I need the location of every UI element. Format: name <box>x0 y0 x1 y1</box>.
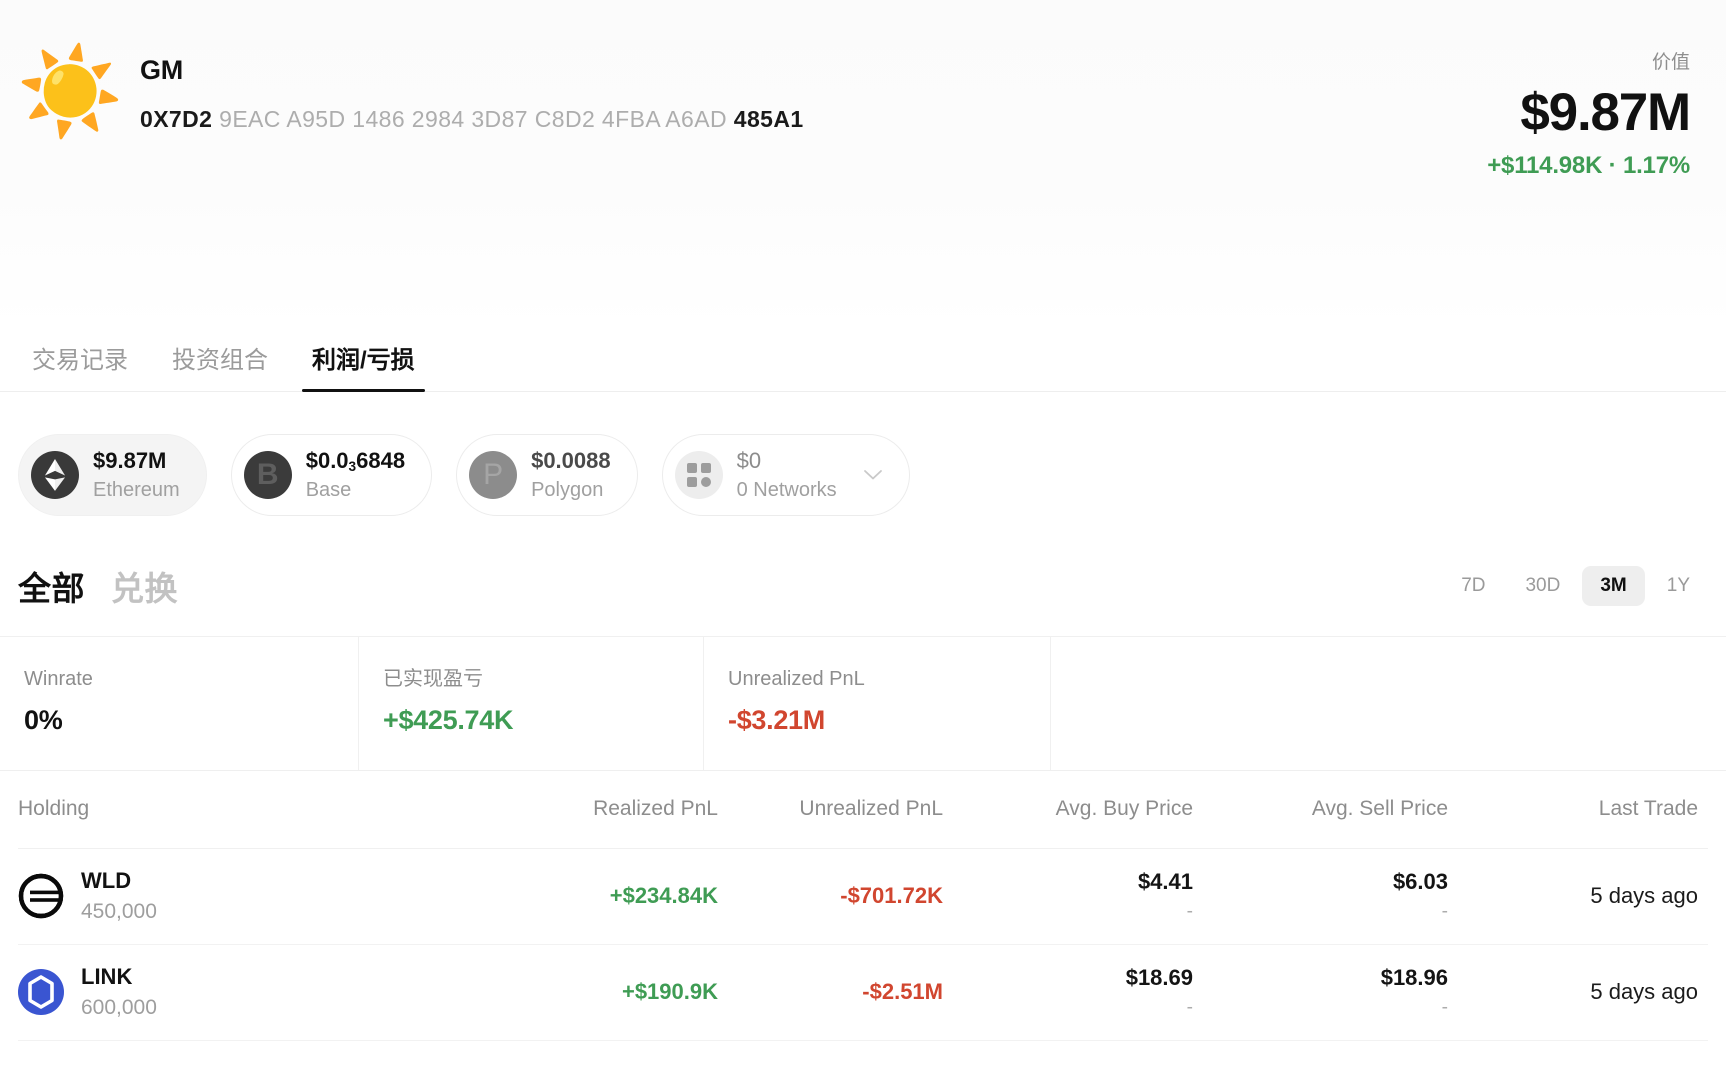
col-avg-buy-price: Avg. Buy Price <box>943 797 1193 821</box>
range-7d[interactable]: 7D <box>1443 566 1503 606</box>
stat-unrealized-label: Unrealized PnL <box>728 667 1050 691</box>
cell-avg-sell-price: $18.96 <box>1381 965 1448 991</box>
chip-more-value: $0 <box>737 447 837 475</box>
chip-ethereum-value: $9.87M <box>93 447 180 475</box>
tab-transactions[interactable]: 交易记录 <box>18 340 150 391</box>
polygon-icon: P <box>469 451 517 499</box>
stats-row: Winrate 0% 已实现盈亏 +$425.74K Unrealized Pn… <box>0 636 1726 771</box>
holdings-table: Holding Realized PnL Unrealized PnL Avg.… <box>0 771 1726 1041</box>
chip-polygon-label: Polygon <box>531 478 611 503</box>
stat-winrate: Winrate 0% <box>0 637 358 770</box>
chip-polygon[interactable]: P $0.0088 Polygon <box>456 434 638 516</box>
token-quantity: 450,000 <box>81 900 157 924</box>
stat-winrate-value: 0% <box>24 705 358 736</box>
chip-polygon-value: $0.0088 <box>531 447 611 475</box>
portfolio-value-block: 价值 $9.87M +$114.98K · 1.17% <box>1487 40 1690 180</box>
main-tabs: 交易记录 投资组合 利润/亏损 <box>0 330 1726 392</box>
chip-more-label: 0 Networks <box>737 478 837 503</box>
stat-realized-value: +$425.74K <box>383 705 703 736</box>
token-quantity: 600,000 <box>81 996 157 1020</box>
col-avg-sell-price: Avg. Sell Price <box>1193 797 1448 821</box>
worldcoin-icon <box>18 873 64 919</box>
token-symbol: LINK <box>81 964 157 990</box>
cell-unrealized-pnl: -$701.72K <box>718 883 943 909</box>
network-chips: $9.87M Ethereum B $0.036848 Base P $0.00… <box>0 392 1726 516</box>
address-prefix: 0X7D2 <box>140 106 212 132</box>
stat-realized-label: 已实现盈亏 <box>383 667 703 691</box>
address-middle: 9EAC A95D 1486 2984 3D87 C8D2 4FBA A6AD <box>219 106 727 132</box>
grid-icon <box>675 451 723 499</box>
chip-more-networks[interactable]: $0 0 Networks <box>662 434 910 516</box>
filter-all[interactable]: 全部 <box>18 562 85 610</box>
wallet-pnl-page: ☀️ GM 0X7D2 9EAC A95D 1486 2984 3D87 C8D… <box>0 0 1726 1072</box>
stat-unrealized-value: -$3.21M <box>728 705 1050 736</box>
chip-base-value: $0.036848 <box>306 447 405 475</box>
portfolio-value: $9.87M <box>1487 85 1690 141</box>
stat-winrate-label: Winrate <box>24 667 358 691</box>
address-suffix: 485A1 <box>734 106 804 132</box>
cell-avg-sell-price: $6.03 <box>1393 869 1448 895</box>
tab-portfolio[interactable]: 投资组合 <box>150 340 290 391</box>
table-row[interactable]: WLD 450,000 +$234.84K -$701.72K $4.41 - … <box>18 849 1708 945</box>
range-1y[interactable]: 1Y <box>1649 566 1708 606</box>
time-range-group: 7D 30D 3M 1Y <box>1443 566 1708 606</box>
cell-realized-pnl: +$234.84K <box>488 883 718 909</box>
wallet-address[interactable]: 0X7D2 9EAC A95D 1486 2984 3D87 C8D2 4FBA… <box>140 106 804 133</box>
col-unrealized-pnl: Unrealized PnL <box>718 797 943 821</box>
chip-ethereum-label: Ethereum <box>93 478 180 503</box>
sun-emoji-icon: ☀️ <box>18 40 122 144</box>
wallet-identity: ☀️ GM 0X7D2 9EAC A95D 1486 2984 3D87 C8D… <box>18 40 804 144</box>
portfolio-change: +$114.98K · 1.17% <box>1487 152 1690 180</box>
cell-avg-buy-price: $18.69 <box>1126 965 1193 991</box>
cell-unrealized-pnl: -$2.51M <box>718 979 943 1005</box>
ethereum-icon <box>31 451 79 499</box>
table-header: Holding Realized PnL Unrealized PnL Avg.… <box>18 771 1708 849</box>
cell-last-trade: 5 days ago <box>1448 979 1698 1005</box>
chip-base[interactable]: B $0.036848 Base <box>231 434 432 516</box>
stat-realized-pnl: 已实现盈亏 +$425.74K <box>358 637 703 770</box>
base-icon: B <box>244 451 292 499</box>
table-row[interactable]: LINK 600,000 +$190.9K -$2.51M $18.69 - $… <box>18 945 1708 1041</box>
cell-last-trade: 5 days ago <box>1448 883 1698 909</box>
chip-ethereum[interactable]: $9.87M Ethereum <box>18 434 207 516</box>
chevron-down-icon[interactable] <box>863 469 883 481</box>
stat-unrealized-pnl: Unrealized PnL -$3.21M <box>703 637 1050 770</box>
value-label: 价值 <box>1487 52 1690 75</box>
cell-avg-buy-price: $4.41 <box>1138 869 1193 895</box>
token-symbol: WLD <box>81 868 157 894</box>
stat-empty <box>1050 637 1726 770</box>
chip-base-label: Base <box>306 478 405 503</box>
wallet-header: ☀️ GM 0X7D2 9EAC A95D 1486 2984 3D87 C8D… <box>0 0 1726 330</box>
range-30d[interactable]: 30D <box>1507 566 1578 606</box>
filter-row: 全部 兑换 7D 30D 3M 1Y <box>0 516 1726 610</box>
col-holding: Holding <box>18 797 488 821</box>
cell-realized-pnl: +$190.9K <box>488 979 718 1005</box>
wallet-name: GM <box>140 56 804 86</box>
col-realized-pnl: Realized PnL <box>488 797 718 821</box>
range-3m[interactable]: 3M <box>1582 566 1644 606</box>
col-last-trade: Last Trade <box>1448 797 1708 821</box>
chainlink-icon <box>18 969 64 1015</box>
tab-profit-loss[interactable]: 利润/亏损 <box>290 340 437 391</box>
filter-swaps[interactable]: 兑换 <box>111 562 178 610</box>
